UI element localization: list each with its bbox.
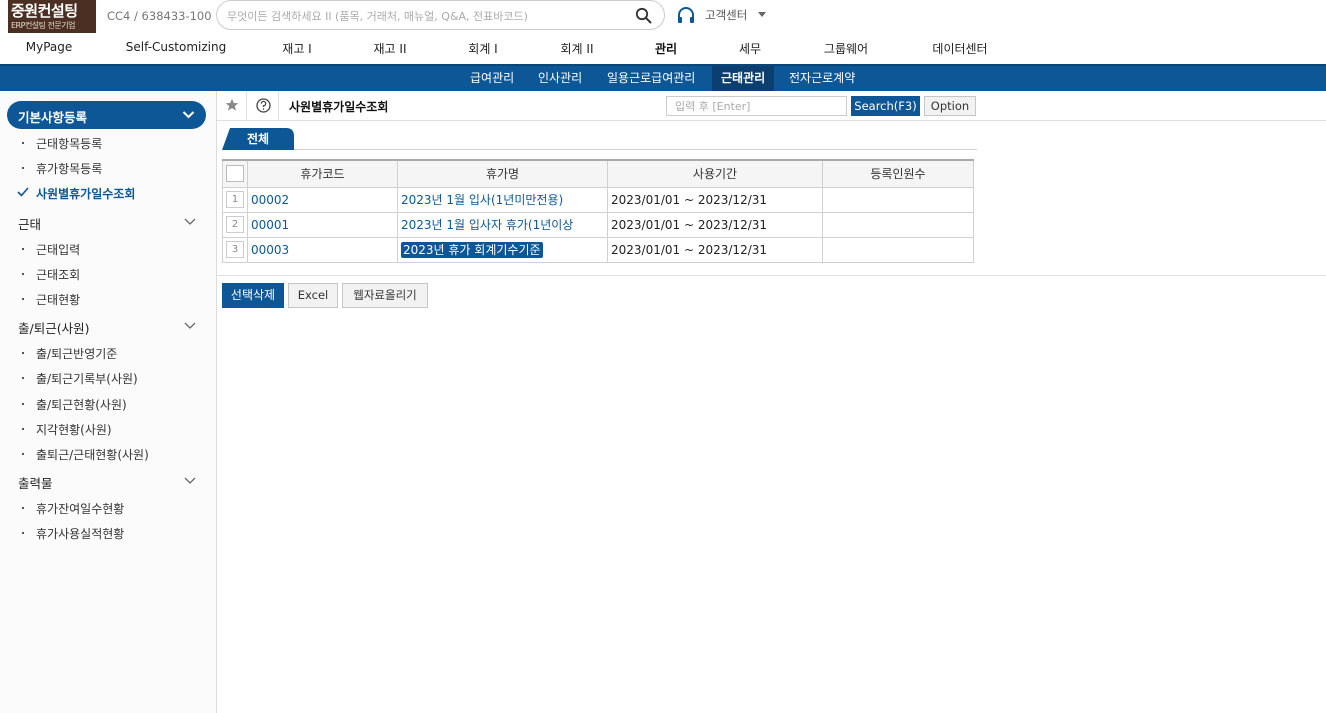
check-icon [17, 187, 29, 197]
headset-icon [678, 7, 694, 23]
support-label: 고객센터 [705, 8, 748, 22]
chevron-up-icon [182, 111, 195, 119]
option-button[interactable]: Option [924, 96, 976, 116]
star-icon [225, 98, 239, 111]
search-icon[interactable] [635, 7, 652, 24]
cell-count [822, 236, 974, 263]
row-number[interactable]: 1 [222, 186, 248, 213]
sub-nav-hr[interactable]: 인사관리 [529, 66, 591, 91]
global-search[interactable] [216, 0, 665, 30]
select-all-checkbox[interactable] [222, 159, 248, 188]
column-header-name[interactable]: 휴가명 [397, 159, 608, 188]
cell-period: 2023/01/01 ~ 2023/12/31 [607, 186, 823, 213]
cell-count [822, 186, 974, 213]
sub-nav: 급여관리 인사관리 일용근로급여관리 근태관리 전자근로계약 [0, 64, 1326, 91]
cell-count [822, 211, 974, 238]
name-link-highlighted[interactable]: 2023년 휴가 회계기수기준 [401, 242, 543, 258]
sidebar-section-reports[interactable]: 출력물 [18, 473, 53, 492]
column-header-period[interactable]: 사용기간 [607, 159, 823, 188]
tab-all-label: 전체 [246, 132, 270, 146]
main-nav-self-customizing[interactable]: Self-Customizing [126, 40, 226, 54]
cell-name[interactable]: 2023년 휴가 회계기수기준 [397, 236, 608, 263]
help-button[interactable] [247, 91, 279, 121]
leave-table: 휴가코드 휴가명 사용기간 등록인원수 1 00002 2023년 1월 입사(… [222, 159, 974, 263]
column-header-count[interactable]: 등록인원수 [822, 159, 974, 188]
main-nav-mypage[interactable]: MyPage [26, 40, 73, 54]
cell-code[interactable]: 00001 [247, 211, 398, 238]
delete-selected-button[interactable]: 선택삭제 [222, 283, 284, 308]
column-header-code[interactable]: 휴가코드 [247, 159, 398, 188]
table-header-row: 휴가코드 휴가명 사용기간 등록인원수 [222, 159, 974, 188]
row-number[interactable]: 3 [222, 236, 248, 263]
sidebar-section-basic[interactable]: 기본사항등록 [7, 101, 206, 129]
main-nav-inventory-1[interactable]: 재고 I [282, 40, 311, 57]
brand-logo[interactable]: 중원컨설팅 ERP컨설팅 전문기업 [8, 0, 96, 33]
brand-tagline: ERP컨설팅 전문기업 [11, 21, 76, 30]
main-nav-data-center[interactable]: 데이터센터 [932, 40, 987, 57]
excel-button[interactable]: Excel [288, 283, 338, 308]
table-row-selected[interactable]: 3 00003 2023년 휴가 회계기수기준 2023/01/01 ~ 202… [222, 236, 974, 263]
cell-period: 2023/01/01 ~ 2023/12/31 [607, 211, 823, 238]
main-nav-groupware[interactable]: 그룹웨어 [824, 40, 868, 57]
chevron-down-icon [758, 12, 766, 17]
main-nav: MyPage Self-Customizing 재고 I 재고 II 회계 I … [0, 32, 1326, 64]
main-nav-accounting-1[interactable]: 회계 I [468, 40, 497, 57]
page-title: 사원별휴가일수조회 [289, 100, 389, 114]
chevron-down-icon[interactable] [184, 217, 196, 227]
main-nav-management[interactable]: 관리 [655, 40, 677, 57]
page-search-input[interactable] [666, 96, 847, 116]
main-nav-tax[interactable]: 세무 [739, 40, 761, 57]
sidebar: 기본사항등록 근태항목등록 휴가항목등록 사원별휴가일수조회 근태 근태입력 근… [0, 91, 217, 713]
cell-name[interactable]: 2023년 1월 입사자 휴가(1년이상 [397, 211, 608, 238]
chevron-down-icon[interactable] [184, 321, 196, 331]
code-link[interactable]: 00001 [251, 218, 289, 232]
sidebar-section-commute[interactable]: 출/퇴근(사원) [18, 318, 89, 337]
favorite-button[interactable] [217, 91, 247, 121]
tab-underline [222, 149, 977, 150]
name-link[interactable]: 2023년 1월 입사자 휴가(1년이상 [401, 218, 573, 232]
cell-code[interactable]: 00003 [247, 236, 398, 263]
web-upload-button[interactable]: 웹자료올리기 [342, 283, 428, 308]
main-nav-accounting-2[interactable]: 회계 II [561, 40, 594, 57]
sub-nav-payroll[interactable]: 급여관리 [461, 66, 523, 91]
action-divider [217, 275, 1326, 276]
code-link[interactable]: 00002 [251, 193, 289, 207]
sub-nav-e-contract[interactable]: 전자근로계약 [780, 66, 864, 91]
brand-name: 중원컨설팅 [11, 2, 78, 20]
global-search-input[interactable] [227, 7, 627, 25]
table-row[interactable]: 1 00002 2023년 1월 입사(1년미만전용) 2023/01/01 ~… [222, 186, 974, 213]
code-link[interactable]: 00003 [251, 243, 289, 257]
sidebar-section-title: 기본사항등록 [18, 110, 88, 125]
top-header: 중원컨설팅 ERP컨설팅 전문기업 CC4 / 638433-100 고객센터 [0, 0, 1326, 33]
row-number[interactable]: 2 [222, 211, 248, 238]
cell-period: 2023/01/01 ~ 2023/12/31 [607, 236, 823, 263]
chevron-down-icon[interactable] [184, 476, 196, 486]
cell-code[interactable]: 00002 [247, 186, 398, 213]
question-icon [256, 98, 271, 113]
page-toolbar: 사원별휴가일수조회 Search(F3) Option [217, 91, 1326, 121]
main-nav-inventory-2[interactable]: 재고 II [374, 40, 407, 57]
tab-all[interactable]: 전체 [222, 128, 294, 150]
sub-nav-daily-payroll[interactable]: 일용근로급여관리 [598, 66, 704, 91]
sub-nav-attendance[interactable]: 근태관리 [712, 66, 775, 91]
name-link[interactable]: 2023년 1월 입사(1년미만전용) [401, 193, 563, 207]
search-button[interactable]: Search(F3) [851, 96, 920, 116]
table-row[interactable]: 2 00001 2023년 1월 입사자 휴가(1년이상 2023/01/01 … [222, 211, 974, 238]
cell-name[interactable]: 2023년 1월 입사(1년미만전용) [397, 186, 608, 213]
sidebar-section-attendance[interactable]: 근태 [18, 214, 41, 233]
company-code: CC4 / 638433-100 [107, 9, 212, 23]
